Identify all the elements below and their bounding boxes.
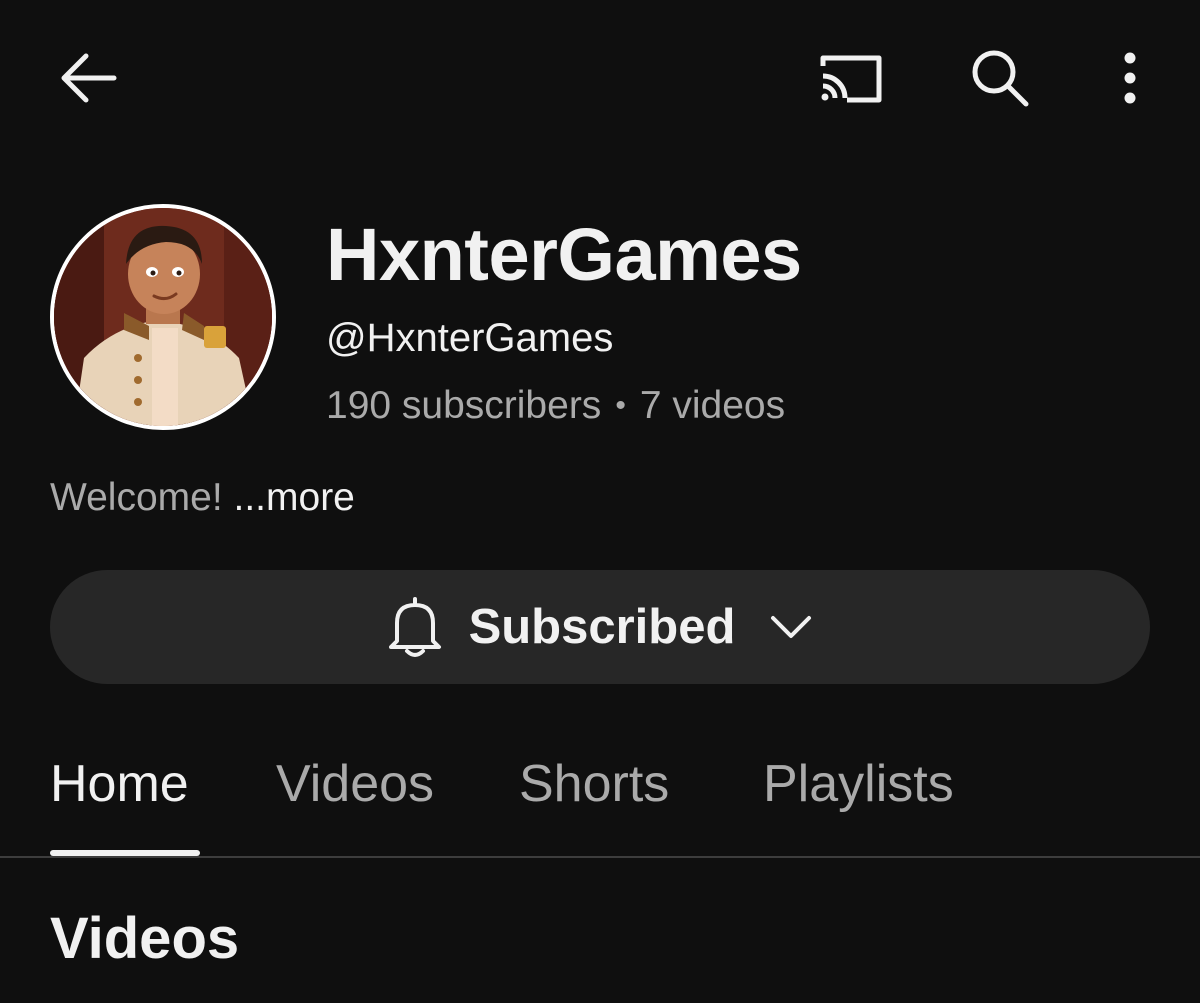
cast-button[interactable] [808, 40, 892, 116]
description-text: Welcome! [50, 476, 223, 519]
tab-videos[interactable]: Videos [276, 754, 434, 814]
channel-page: HxnterGames @HxnterGames 190 subscribers… [0, 0, 1200, 1003]
description-more-link[interactable]: ...more [234, 476, 355, 519]
tabs-divider [0, 856, 1200, 858]
cast-icon [820, 55, 882, 103]
channel-handle: @HxnterGames [326, 316, 614, 360]
subscribed-label: Subscribed [468, 600, 736, 654]
channel-stats: 190 subscribers • 7 videos [326, 384, 785, 428]
stats-separator: • [615, 389, 626, 422]
avatar-image [54, 208, 272, 426]
search-button[interactable] [960, 40, 1040, 116]
subscriber-count: 190 subscribers [326, 384, 602, 427]
bell-icon [387, 593, 443, 661]
chevron-down-icon [769, 612, 813, 642]
section-title: Videos [50, 906, 240, 971]
arrow-left-icon [61, 53, 117, 103]
tab-shorts[interactable]: Shorts [519, 754, 669, 814]
video-count: 7 videos [639, 384, 786, 427]
channel-name: HxnterGames [326, 213, 802, 296]
more-vertical-icon [1124, 52, 1136, 104]
subscribed-button[interactable]: Subscribed [50, 570, 1150, 684]
search-icon [972, 50, 1029, 107]
channel-avatar[interactable] [50, 204, 276, 430]
channel-description[interactable]: Welcome! ...more [50, 476, 355, 520]
channel-tabs: Home Videos Shorts Playlists [0, 730, 1200, 858]
tab-home[interactable]: Home [50, 754, 189, 814]
top-app-bar [0, 0, 1200, 150]
back-button[interactable] [50, 40, 126, 116]
more-options-button[interactable] [1100, 40, 1160, 116]
tab-playlists[interactable]: Playlists [763, 754, 954, 814]
